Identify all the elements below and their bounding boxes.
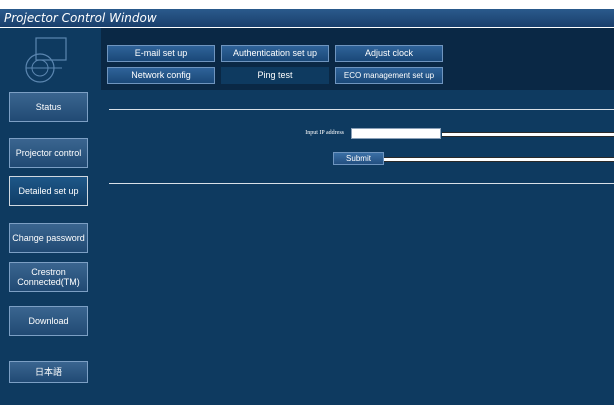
submit-button[interactable]: Submit — [333, 152, 384, 165]
sidebar-item-japanese[interactable]: 日本語 — [9, 361, 88, 383]
sidebar-item-crestron-connected[interactable]: Crestron Connected(TM) — [9, 262, 88, 292]
window-title: Projector Control Window — [4, 11, 157, 25]
ip-input-callout-line — [442, 132, 614, 137]
tab-adjust-clock[interactable]: Adjust clock — [335, 45, 443, 62]
title-bar: Projector Control Window — [0, 0, 614, 28]
sidebar-item-projector-control[interactable]: Projector control — [9, 138, 88, 168]
sidebar-item-detailed-set-up[interactable]: Detailed set up — [9, 176, 88, 206]
submit-callout-line — [384, 157, 614, 162]
main-content: E-mail set up Authentication set up Adju… — [101, 28, 614, 405]
sidebar-item-download[interactable]: Download — [9, 306, 88, 336]
tab-ping-test[interactable]: Ping test — [221, 67, 329, 84]
tab-network-config[interactable]: Network config — [107, 67, 215, 84]
logo-icon — [25, 37, 67, 83]
tab-eco-management-set-up[interactable]: ECO management set up — [335, 67, 443, 84]
ip-address-label: Input IP address — [305, 130, 344, 136]
sidebar-item-status[interactable]: Status — [9, 92, 88, 122]
sidebar-item-change-password[interactable]: Change password — [9, 223, 88, 253]
divider-bottom — [109, 183, 614, 184]
ip-address-input[interactable] — [351, 128, 441, 139]
tab-email-set-up[interactable]: E-mail set up — [107, 45, 215, 62]
divider-top — [109, 109, 614, 110]
tab-bar: E-mail set up Authentication set up Adju… — [101, 28, 614, 90]
sidebar: Status Projector control Detailed set up… — [0, 28, 101, 405]
tab-authentication-set-up[interactable]: Authentication set up — [221, 45, 329, 62]
